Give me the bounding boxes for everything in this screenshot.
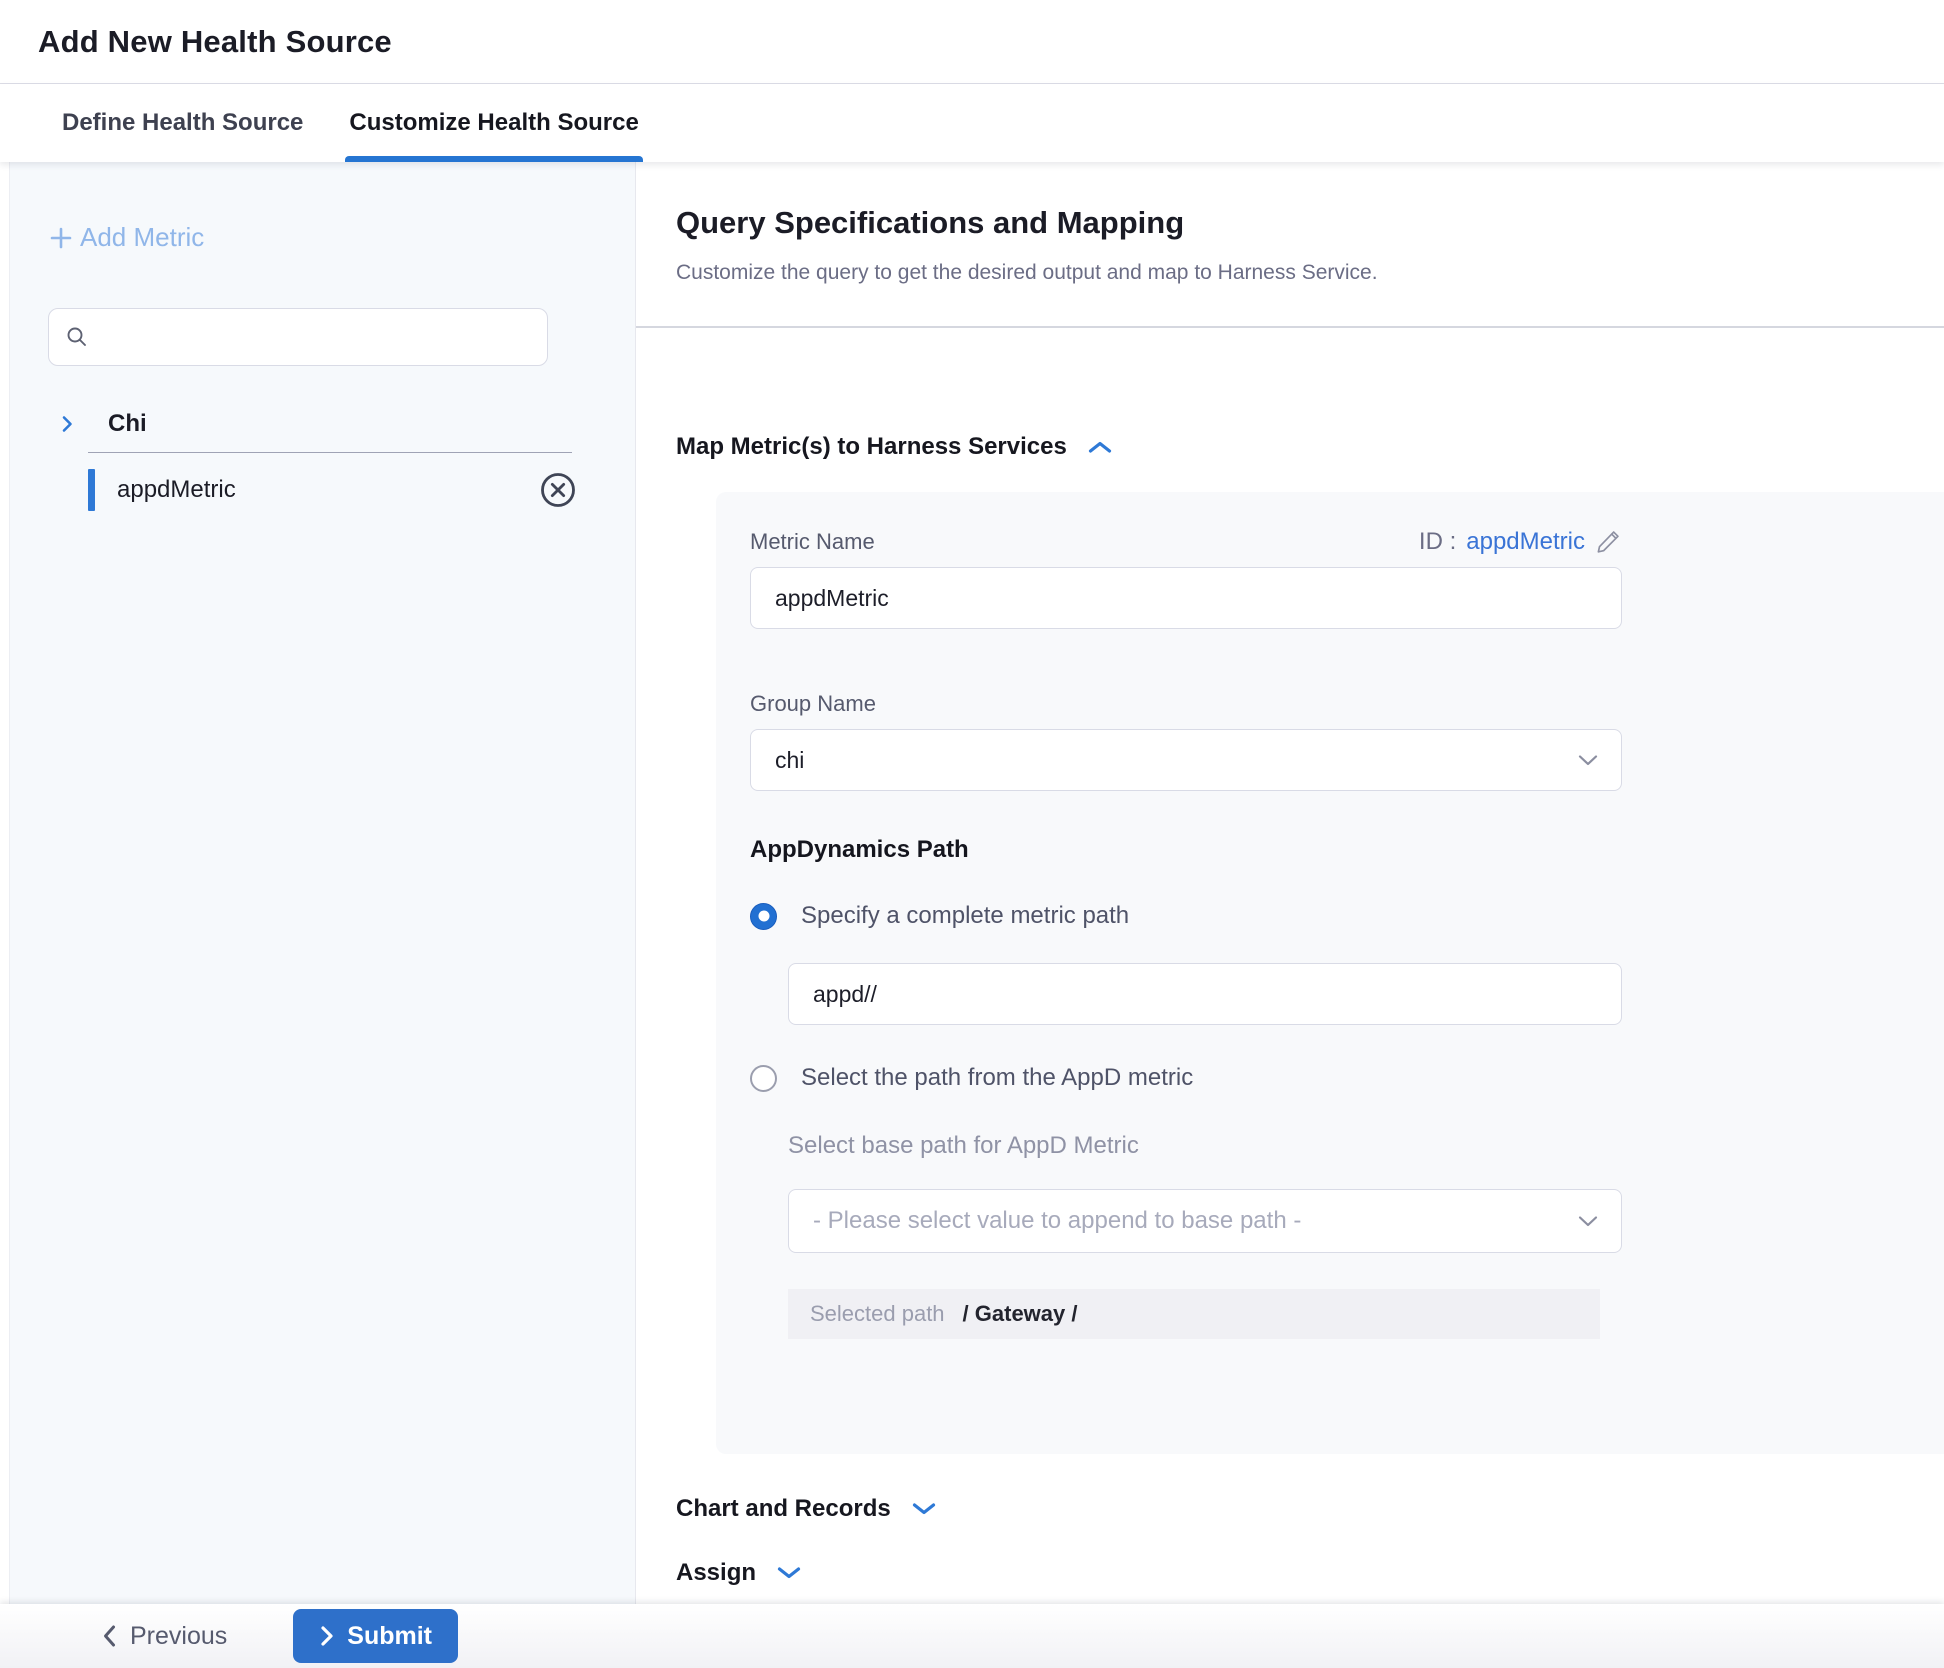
complete-metric-path-input[interactable] (788, 963, 1622, 1025)
radio-option-specify-path[interactable]: Specify a complete metric path (750, 901, 1944, 931)
selected-path-label: Selected path (810, 1301, 945, 1327)
previous-button-label: Previous (130, 1622, 227, 1651)
tab-customize-health-source[interactable]: Customize Health Source (349, 84, 638, 162)
metric-id-row: ID : appdMetric (1419, 528, 1622, 555)
tab-define-label: Define Health Source (62, 109, 303, 137)
metrics-sidebar: Add Metric Chi appdMetric (0, 162, 636, 1604)
radio-option-select-path[interactable]: Select the path from the AppD metric (750, 1063, 1944, 1093)
chevron-up-icon (1087, 439, 1113, 455)
radio-unselected-icon[interactable] (750, 1065, 777, 1092)
metric-search-input[interactable] (101, 323, 547, 351)
chevron-down-icon (776, 1565, 802, 1581)
metric-id-value[interactable]: appdMetric (1466, 529, 1585, 555)
metric-name-header-row: Metric Name ID : appdMetric (750, 528, 1622, 555)
edit-pencil-icon[interactable] (1595, 528, 1622, 555)
metric-name-input[interactable] (750, 567, 1622, 629)
query-spec-panel: Query Specifications and Mapping Customi… (636, 162, 1944, 1604)
map-metrics-section-title: Map Metric(s) to Harness Services (676, 432, 1067, 462)
radio-specify-label: Specify a complete metric path (801, 902, 1129, 930)
metric-id-prefix: ID : (1419, 529, 1456, 555)
group-name-label: Group Name (750, 691, 1944, 717)
appdynamics-path-title: AppDynamics Path (750, 835, 1944, 865)
dialog-footer: Previous Submit (0, 1604, 1944, 1668)
dialog-header: Add New Health Source (0, 0, 1944, 84)
chevron-down-icon (911, 1501, 937, 1517)
chevron-left-icon (100, 1623, 118, 1649)
selected-path-box: Selected path / Gateway / (788, 1289, 1600, 1339)
submit-button[interactable]: Submit (293, 1609, 458, 1663)
chevron-down-icon (1577, 753, 1599, 767)
chevron-down-icon (1577, 1214, 1599, 1228)
dialog-body: Add Metric Chi appdMetric (0, 162, 1944, 1604)
submit-button-label: Submit (347, 1622, 432, 1651)
panel-title: Query Specifications and Mapping (676, 204, 1944, 242)
group-name-value: chi (775, 747, 804, 774)
metric-group-row[interactable]: Chi (48, 402, 635, 446)
metric-list-item-selected[interactable]: appdMetric (88, 459, 578, 521)
selected-indicator-bar (88, 469, 95, 511)
chevron-right-icon (56, 413, 78, 435)
chart-and-records-title: Chart and Records (676, 1494, 891, 1524)
circled-x-icon (538, 470, 578, 510)
radio-select-label: Select the path from the AppD metric (801, 1064, 1193, 1092)
chart-and-records-section-toggle[interactable]: Chart and Records (676, 1494, 1944, 1524)
radio-selected-icon[interactable] (750, 903, 777, 930)
base-path-placeholder: - Please select value to append to base … (813, 1207, 1301, 1235)
group-name-select[interactable]: chi (750, 729, 1622, 791)
group-divider (88, 452, 572, 453)
add-health-source-dialog: Add New Health Source Define Health Sour… (0, 0, 1944, 1668)
metric-name-label: Metric Name (750, 529, 875, 555)
assign-title: Assign (676, 1558, 756, 1588)
metric-group-label: Chi (108, 410, 147, 438)
assign-section-toggle[interactable]: Assign (676, 1558, 1944, 1588)
tab-define-health-source[interactable]: Define Health Source (62, 84, 303, 162)
dialog-title: Add New Health Source (38, 24, 392, 60)
selected-path-value: / Gateway / (963, 1301, 1078, 1327)
base-path-label: Select base path for AppD Metric (788, 1131, 1944, 1161)
panel-divider (636, 326, 1944, 328)
map-metrics-section-toggle[interactable]: Map Metric(s) to Harness Services (676, 432, 1944, 462)
tab-bar: Define Health Source Customize Health So… (0, 84, 1944, 162)
metric-search-box[interactable] (48, 308, 548, 366)
tab-customize-label: Customize Health Source (349, 109, 638, 137)
previous-button[interactable]: Previous (100, 1622, 227, 1651)
chevron-right-icon (319, 1624, 335, 1648)
add-metric-button[interactable]: Add Metric (48, 222, 204, 253)
base-path-select[interactable]: - Please select value to append to base … (788, 1189, 1622, 1253)
add-metric-label: Add Metric (80, 222, 204, 253)
panel-subtitle: Customize the query to get the desired o… (676, 260, 1944, 286)
search-icon (65, 325, 89, 349)
metric-mapping-card: Metric Name ID : appdMetric Group Name c… (716, 492, 1944, 1454)
delete-metric-button[interactable] (538, 470, 578, 510)
plus-icon (48, 225, 74, 251)
metric-item-label: appdMetric (117, 476, 538, 504)
